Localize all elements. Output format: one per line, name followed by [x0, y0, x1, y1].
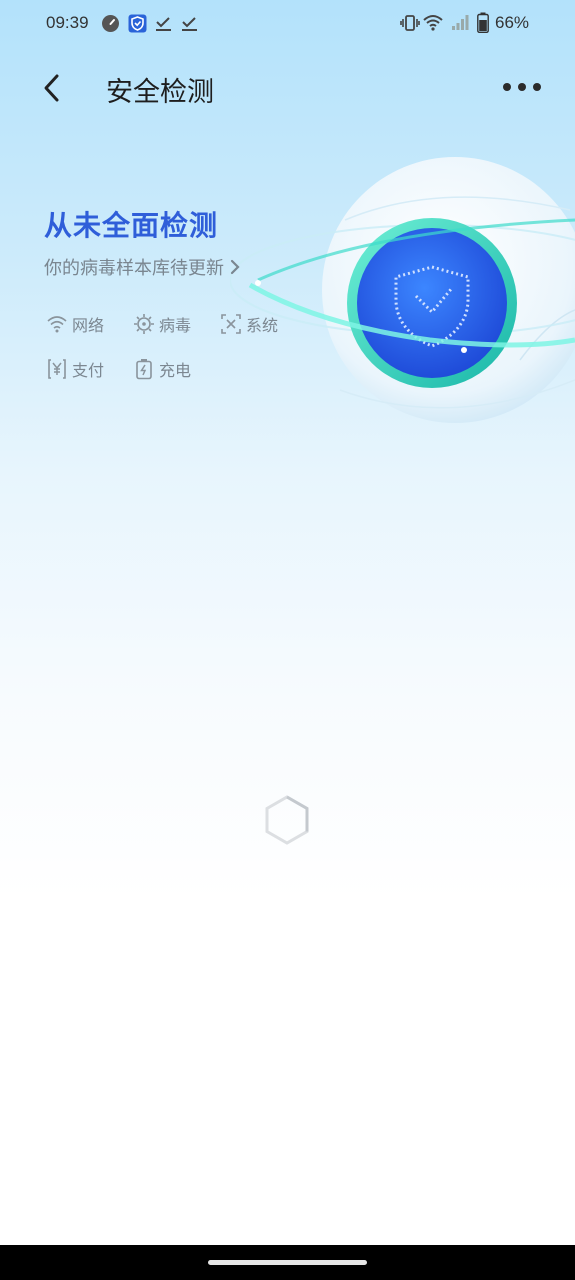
- check-item-virus: 病毒: [133, 312, 191, 336]
- check-list-icon: [182, 17, 197, 31]
- speedometer-icon: [102, 15, 119, 32]
- chevron-left-icon: [44, 74, 59, 102]
- check-item-network: 网络: [46, 312, 104, 336]
- loading-spinner-icon: [265, 795, 309, 845]
- check-list-icon: [156, 17, 171, 31]
- check-item-system: 系统: [220, 312, 278, 336]
- check-item-payment: 支付: [46, 357, 104, 381]
- wifi-icon: [47, 316, 67, 333]
- status-time: 09:39: [46, 13, 89, 32]
- battery-icon: [477, 12, 489, 33]
- shield-app-icon: [128, 14, 147, 33]
- shield-globe-illustration: [230, 157, 575, 423]
- chevron-right-icon: [230, 259, 240, 275]
- more-options-button[interactable]: [494, 70, 550, 104]
- check-item-charging: 充电: [133, 357, 191, 381]
- virus-icon: [134, 314, 154, 334]
- scan-status-headline: 从未全面检测: [44, 209, 219, 242]
- check-item-label: 系统: [246, 316, 279, 335]
- back-button[interactable]: [30, 66, 74, 110]
- payment-icon: [48, 359, 66, 379]
- battery-percent: 66%: [495, 13, 530, 32]
- cell-signal-icon: [452, 15, 469, 30]
- wifi-status-icon: [423, 15, 443, 31]
- more-horizontal-icon: [503, 83, 541, 91]
- check-item-label: 充电: [159, 361, 192, 380]
- charging-icon: [136, 359, 152, 380]
- check-item-label: 网络: [72, 316, 105, 335]
- virus-db-update-link[interactable]: 你的病毒样本库待更新: [44, 254, 240, 280]
- check-item-label: 病毒: [159, 316, 192, 335]
- page-title: 安全检测: [106, 77, 214, 108]
- status-bar: 09:39 66%: [0, 0, 575, 48]
- system-icon: [221, 314, 241, 334]
- navigation-bar: [0, 1245, 575, 1280]
- virus-db-status-text: 你的病毒样本库待更新: [44, 258, 224, 279]
- vibrate-icon: [400, 15, 420, 31]
- check-item-label: 支付: [72, 361, 105, 380]
- home-gesture-handle[interactable]: [208, 1260, 367, 1265]
